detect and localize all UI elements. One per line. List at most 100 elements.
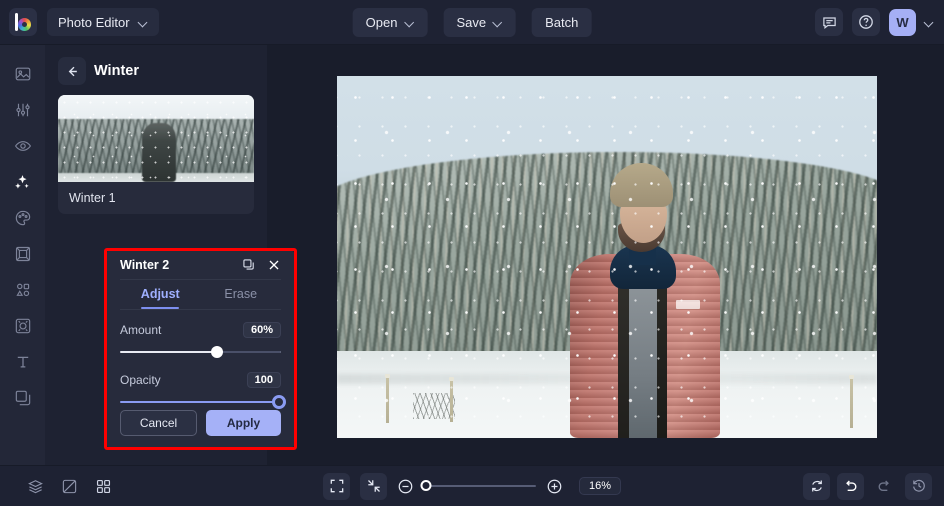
canvas-area[interactable] bbox=[267, 45, 944, 465]
photo-editor-app: Photo Editor Open Save Batch W Winter Wi… bbox=[0, 0, 944, 506]
sidebar-item-texture[interactable] bbox=[6, 309, 40, 343]
page-title: Winter bbox=[94, 63, 139, 79]
grid-button[interactable] bbox=[90, 473, 117, 500]
adjust-popover-tabs: Adjust Erase bbox=[120, 280, 281, 310]
amount-value[interactable]: 60% bbox=[242, 322, 281, 338]
sidebar-item-effects[interactable] bbox=[6, 165, 40, 199]
bottom-bar-right bbox=[803, 472, 932, 500]
highlight-annotation: Winter 2 Adjust Erase Amount 60% Opacity… bbox=[104, 248, 297, 450]
zoom-out-button[interactable] bbox=[397, 478, 414, 495]
apply-label: Apply bbox=[226, 416, 261, 430]
amount-control: Amount 60% bbox=[120, 322, 281, 360]
top-bar-left: Photo Editor bbox=[0, 8, 159, 36]
effects-panel: Winter Winter 1 Winter 2 Adjust Erase Am… bbox=[45, 45, 297, 465]
undo-icon bbox=[846, 480, 857, 491]
shapes-icon bbox=[15, 283, 29, 297]
grid-icon bbox=[96, 479, 111, 493]
opacity-slider-handle[interactable] bbox=[272, 395, 287, 409]
amount-slider-handle[interactable] bbox=[210, 346, 223, 358]
history-button[interactable] bbox=[905, 472, 932, 500]
sidebar-item-retouch[interactable] bbox=[6, 129, 40, 163]
reset-button[interactable] bbox=[803, 472, 830, 500]
palette-icon bbox=[15, 210, 30, 226]
fullscreen-icon bbox=[330, 479, 343, 493]
avatar[interactable]: W bbox=[889, 8, 916, 36]
bottom-bar-center: 16% bbox=[322, 472, 622, 500]
adjust-popover-title: Winter 2 bbox=[120, 257, 170, 272]
top-bar-center: Open Save Batch bbox=[352, 7, 592, 37]
open-label: Open bbox=[365, 14, 398, 30]
tool-rail bbox=[0, 45, 45, 465]
amount-slider[interactable] bbox=[120, 344, 281, 360]
tab-erase[interactable]: Erase bbox=[201, 280, 282, 309]
fit-to-screen-button[interactable] bbox=[359, 472, 387, 500]
redo-button[interactable] bbox=[871, 473, 898, 500]
adjust-popover: Winter 2 Adjust Erase Amount 60% Opacity… bbox=[107, 251, 294, 447]
save-button[interactable]: Save bbox=[443, 7, 517, 37]
chat-bubble-icon bbox=[822, 16, 836, 29]
photo-subject bbox=[567, 162, 724, 438]
zoom-slider[interactable] bbox=[420, 480, 536, 491]
zoom-level-value[interactable]: 16% bbox=[578, 477, 622, 495]
texture-icon bbox=[15, 318, 30, 334]
eye-icon bbox=[14, 141, 31, 151]
chevron-down-icon bbox=[494, 18, 503, 27]
opacity-control: Opacity 100 bbox=[120, 372, 287, 410]
opacity-value[interactable]: 100 bbox=[246, 372, 281, 388]
top-bar: Photo Editor Open Save Batch W bbox=[0, 0, 944, 45]
sidebar-item-text[interactable] bbox=[6, 345, 40, 379]
feedback-button[interactable] bbox=[815, 8, 843, 36]
batch-label: Batch bbox=[545, 14, 579, 30]
app-switcher-label: Photo Editor bbox=[58, 14, 130, 30]
sidebar-item-layers[interactable] bbox=[6, 381, 40, 415]
top-bar-right: W bbox=[815, 8, 934, 36]
sidebar-item-shapes[interactable] bbox=[6, 273, 40, 307]
preset-label: Winter 1 bbox=[69, 191, 116, 205]
tab-adjust[interactable]: Adjust bbox=[120, 280, 201, 309]
image-icon bbox=[15, 67, 30, 81]
layers-button[interactable] bbox=[22, 473, 49, 500]
layers-icon bbox=[15, 390, 30, 406]
app-logo-icon[interactable] bbox=[9, 8, 37, 36]
help-button[interactable] bbox=[852, 8, 880, 36]
open-button[interactable]: Open bbox=[352, 7, 428, 37]
save-label: Save bbox=[456, 14, 487, 30]
photo-canvas[interactable] bbox=[337, 76, 877, 438]
panel-header: Winter bbox=[58, 45, 254, 91]
sidebar-item-frame[interactable] bbox=[6, 237, 40, 271]
history-clock-icon bbox=[912, 479, 925, 492]
sidebar-item-adjust[interactable] bbox=[6, 93, 40, 127]
frame-icon bbox=[15, 246, 30, 262]
back-button[interactable] bbox=[58, 57, 86, 85]
app-switcher[interactable]: Photo Editor bbox=[47, 8, 159, 36]
amount-label: Amount bbox=[120, 323, 162, 337]
copy-icon[interactable] bbox=[242, 258, 256, 272]
adjust-popover-header: Winter 2 bbox=[120, 251, 281, 280]
apply-button[interactable]: Apply bbox=[206, 410, 281, 436]
fullscreen-button[interactable] bbox=[322, 472, 350, 500]
opacity-slider[interactable] bbox=[120, 394, 287, 410]
batch-button[interactable]: Batch bbox=[532, 7, 592, 37]
cancel-button[interactable]: Cancel bbox=[120, 410, 197, 436]
bottom-bar: 16% bbox=[0, 465, 944, 506]
redo-icon bbox=[878, 480, 889, 491]
chevron-down-icon bbox=[405, 18, 414, 27]
account-chevron-down-icon[interactable] bbox=[925, 18, 934, 27]
preset-card-winter-1[interactable]: Winter 1 bbox=[58, 95, 254, 214]
compare-split-icon bbox=[62, 479, 77, 493]
preset-thumbnail bbox=[58, 95, 254, 182]
zoom-slider-handle[interactable] bbox=[420, 480, 432, 491]
sidebar-item-image[interactable] bbox=[6, 57, 40, 91]
arrow-left-icon bbox=[68, 66, 77, 76]
close-icon[interactable] bbox=[267, 258, 281, 272]
fit-to-screen-icon bbox=[367, 480, 380, 492]
sliders-icon bbox=[15, 103, 30, 117]
layers-stack-icon bbox=[28, 479, 43, 493]
zoom-in-button[interactable] bbox=[546, 478, 563, 495]
compare-button[interactable] bbox=[56, 473, 83, 500]
undo-button[interactable] bbox=[837, 472, 864, 500]
tab-erase-label: Erase bbox=[224, 287, 258, 302]
opacity-label: Opacity bbox=[120, 373, 161, 387]
sidebar-item-color[interactable] bbox=[6, 201, 40, 235]
tab-adjust-label: Adjust bbox=[140, 287, 180, 302]
